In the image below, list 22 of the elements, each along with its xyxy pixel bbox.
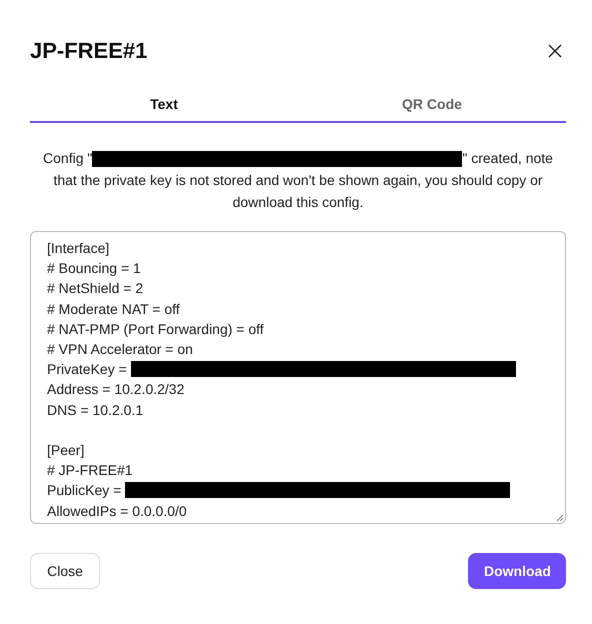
config-line: # JP-FREE#1 (47, 462, 133, 478)
config-line: # NetShield = 2 (47, 280, 144, 296)
close-icon[interactable] (546, 42, 564, 60)
dialog-title: JP-FREE#1 (30, 38, 148, 64)
config-line: PrivateKey = (47, 361, 127, 378)
config-line: # Bouncing = 1 (47, 260, 141, 276)
config-text-area[interactable] (30, 231, 566, 524)
config-line: DNS = 10.2.0.1 (47, 402, 144, 418)
tab[interactable]: Text (30, 88, 298, 121)
config-line: AllowedIPs = 0.0.0.0/0 (47, 502, 187, 519)
config-created-message: Config " " created, note that the private key is not stored and won't be shown again, you should copy or download this config. (42, 149, 554, 212)
config-line: [Peer] (47, 442, 84, 458)
resize-grip-icon[interactable] (555, 513, 564, 522)
config-line: # VPN Accelerator = on (47, 341, 193, 358)
tab[interactable]: QR Code (298, 88, 566, 121)
config-line: PublicKey = (47, 482, 122, 498)
config-line: [Interface] (47, 240, 110, 256)
close-button[interactable]: Close (30, 553, 100, 589)
download-button[interactable]: Download (468, 553, 566, 589)
config-line: # NAT-PMP (Port Forwarding) = off (47, 320, 264, 337)
config-line: Address = 10.2.0.2/32 (47, 381, 184, 398)
config-line: # Moderate NAT = off (47, 300, 180, 317)
